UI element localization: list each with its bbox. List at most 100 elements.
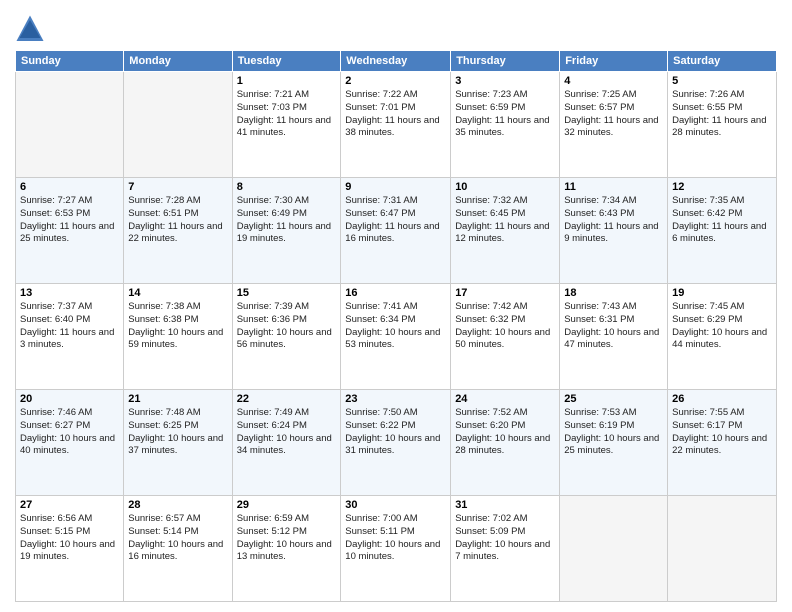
day-info: Sunrise: 7:38 AM Sunset: 6:38 PM Dayligh… [128, 301, 227, 352]
day-number: 11 [564, 181, 663, 193]
calendar-cell: 21 Sunrise: 7:48 AM Sunset: 6:25 PM Dayli… [124, 390, 232, 496]
day-number: 27 [20, 499, 119, 511]
day-info: Sunrise: 7:48 AM Sunset: 6:25 PM Dayligh… [128, 407, 227, 458]
day-number: 30 [345, 499, 446, 511]
day-info: Sunrise: 7:27 AM Sunset: 6:53 PM Dayligh… [20, 195, 119, 246]
day-number: 3 [455, 75, 555, 87]
day-info: Sunrise: 7:53 AM Sunset: 6:19 PM Dayligh… [564, 407, 663, 458]
calendar-cell: 25 Sunrise: 7:53 AM Sunset: 6:19 PM Dayli… [560, 390, 668, 496]
day-number: 1 [237, 75, 337, 87]
calendar-table: SundayMondayTuesdayWednesdayThursdayFrid… [15, 50, 777, 602]
calendar-body: 1 Sunrise: 7:21 AM Sunset: 7:03 PM Daylig… [16, 72, 777, 602]
day-number: 2 [345, 75, 446, 87]
calendar-cell: 3 Sunrise: 7:23 AM Sunset: 6:59 PM Daylig… [451, 72, 560, 178]
calendar-cell: 29 Sunrise: 6:59 AM Sunset: 5:12 PM Dayli… [232, 496, 341, 602]
calendar-cell: 1 Sunrise: 7:21 AM Sunset: 7:03 PM Daylig… [232, 72, 341, 178]
day-number: 7 [128, 181, 227, 193]
day-info: Sunrise: 7:26 AM Sunset: 6:55 PM Dayligh… [672, 89, 772, 140]
day-number: 26 [672, 393, 772, 405]
day-info: Sunrise: 6:56 AM Sunset: 5:15 PM Dayligh… [20, 513, 119, 564]
calendar-cell: 26 Sunrise: 7:55 AM Sunset: 6:17 PM Dayli… [668, 390, 777, 496]
day-number: 23 [345, 393, 446, 405]
day-info: Sunrise: 7:30 AM Sunset: 6:49 PM Dayligh… [237, 195, 337, 246]
page: SundayMondayTuesdayWednesdayThursdayFrid… [0, 0, 792, 612]
logo-icon [15, 14, 45, 44]
day-number: 9 [345, 181, 446, 193]
weekday-wednesday: Wednesday [341, 51, 451, 72]
day-info: Sunrise: 7:55 AM Sunset: 6:17 PM Dayligh… [672, 407, 772, 458]
calendar-cell: 30 Sunrise: 7:00 AM Sunset: 5:11 PM Dayli… [341, 496, 451, 602]
header [15, 10, 777, 44]
calendar-cell: 27 Sunrise: 6:56 AM Sunset: 5:15 PM Dayli… [16, 496, 124, 602]
day-info: Sunrise: 7:28 AM Sunset: 6:51 PM Dayligh… [128, 195, 227, 246]
weekday-header-row: SundayMondayTuesdayWednesdayThursdayFrid… [16, 51, 777, 72]
day-info: Sunrise: 7:42 AM Sunset: 6:32 PM Dayligh… [455, 301, 555, 352]
calendar-cell: 28 Sunrise: 6:57 AM Sunset: 5:14 PM Dayli… [124, 496, 232, 602]
calendar-cell: 11 Sunrise: 7:34 AM Sunset: 6:43 PM Dayli… [560, 178, 668, 284]
weekday-thursday: Thursday [451, 51, 560, 72]
day-number: 28 [128, 499, 227, 511]
day-number: 5 [672, 75, 772, 87]
day-info: Sunrise: 7:41 AM Sunset: 6:34 PM Dayligh… [345, 301, 446, 352]
day-number: 8 [237, 181, 337, 193]
day-number: 29 [237, 499, 337, 511]
calendar-cell [16, 72, 124, 178]
day-number: 20 [20, 393, 119, 405]
day-number: 14 [128, 287, 227, 299]
calendar-week-3: 13 Sunrise: 7:37 AM Sunset: 6:40 PM Dayli… [16, 284, 777, 390]
day-number: 21 [128, 393, 227, 405]
calendar-week-2: 6 Sunrise: 7:27 AM Sunset: 6:53 PM Daylig… [16, 178, 777, 284]
calendar-cell [668, 496, 777, 602]
calendar-cell: 5 Sunrise: 7:26 AM Sunset: 6:55 PM Daylig… [668, 72, 777, 178]
day-info: Sunrise: 7:52 AM Sunset: 6:20 PM Dayligh… [455, 407, 555, 458]
calendar-cell: 18 Sunrise: 7:43 AM Sunset: 6:31 PM Dayli… [560, 284, 668, 390]
weekday-sunday: Sunday [16, 51, 124, 72]
day-number: 22 [237, 393, 337, 405]
day-info: Sunrise: 7:43 AM Sunset: 6:31 PM Dayligh… [564, 301, 663, 352]
day-info: Sunrise: 7:50 AM Sunset: 6:22 PM Dayligh… [345, 407, 446, 458]
calendar-cell: 16Sunrise: 7:41 AM Sunset: 6:34 PM Dayli… [341, 284, 451, 390]
calendar-cell: 4 Sunrise: 7:25 AM Sunset: 6:57 PM Daylig… [560, 72, 668, 178]
day-number: 24 [455, 393, 555, 405]
day-info: Sunrise: 7:39 AM Sunset: 6:36 PM Dayligh… [237, 301, 337, 352]
calendar-cell: 14 Sunrise: 7:38 AM Sunset: 6:38 PM Dayli… [124, 284, 232, 390]
weekday-friday: Friday [560, 51, 668, 72]
calendar-cell: 15Sunrise: 7:39 AM Sunset: 6:36 PM Dayli… [232, 284, 341, 390]
day-info: Sunrise: 7:37 AM Sunset: 6:40 PM Dayligh… [20, 301, 119, 352]
weekday-monday: Monday [124, 51, 232, 72]
day-info: Sunrise: 6:57 AM Sunset: 5:14 PM Dayligh… [128, 513, 227, 564]
calendar-header: SundayMondayTuesdayWednesdayThursdayFrid… [16, 51, 777, 72]
calendar-cell: 19Sunrise: 7:45 AM Sunset: 6:29 PM Dayli… [668, 284, 777, 390]
calendar-cell: 22Sunrise: 7:49 AM Sunset: 6:24 PM Dayli… [232, 390, 341, 496]
day-info: Sunrise: 7:23 AM Sunset: 6:59 PM Dayligh… [455, 89, 555, 140]
day-info: Sunrise: 7:34 AM Sunset: 6:43 PM Dayligh… [564, 195, 663, 246]
day-info: Sunrise: 7:22 AM Sunset: 7:01 PM Dayligh… [345, 89, 446, 140]
day-number: 4 [564, 75, 663, 87]
logo [15, 14, 48, 44]
calendar-cell: 13 Sunrise: 7:37 AM Sunset: 6:40 PM Dayli… [16, 284, 124, 390]
calendar-cell: 20 Sunrise: 7:46 AM Sunset: 6:27 PM Dayli… [16, 390, 124, 496]
calendar-cell: 6 Sunrise: 7:27 AM Sunset: 6:53 PM Daylig… [16, 178, 124, 284]
day-info: Sunrise: 7:46 AM Sunset: 6:27 PM Dayligh… [20, 407, 119, 458]
day-info: Sunrise: 7:00 AM Sunset: 5:11 PM Dayligh… [345, 513, 446, 564]
day-info: Sunrise: 7:25 AM Sunset: 6:57 PM Dayligh… [564, 89, 663, 140]
day-number: 6 [20, 181, 119, 193]
calendar-cell: 24 Sunrise: 7:52 AM Sunset: 6:20 PM Dayli… [451, 390, 560, 496]
day-info: Sunrise: 6:59 AM Sunset: 5:12 PM Dayligh… [237, 513, 337, 564]
day-info: Sunrise: 7:02 AM Sunset: 5:09 PM Dayligh… [455, 513, 555, 564]
calendar-cell [560, 496, 668, 602]
day-number: 18 [564, 287, 663, 299]
day-number: 10 [455, 181, 555, 193]
calendar-cell: 10 Sunrise: 7:32 AM Sunset: 6:45 PM Dayli… [451, 178, 560, 284]
calendar-cell: 7 Sunrise: 7:28 AM Sunset: 6:51 PM Daylig… [124, 178, 232, 284]
calendar-cell: 8 Sunrise: 7:30 AM Sunset: 6:49 PM Daylig… [232, 178, 341, 284]
day-number: 13 [20, 287, 119, 299]
calendar-cell: 9Sunrise: 7:31 AM Sunset: 6:47 PM Daylig… [341, 178, 451, 284]
day-number: 31 [455, 499, 555, 511]
day-info: Sunrise: 7:21 AM Sunset: 7:03 PM Dayligh… [237, 89, 337, 140]
calendar-cell: 23 Sunrise: 7:50 AM Sunset: 6:22 PM Dayli… [341, 390, 451, 496]
day-number: 25 [564, 393, 663, 405]
calendar-week-5: 27 Sunrise: 6:56 AM Sunset: 5:15 PM Dayli… [16, 496, 777, 602]
weekday-tuesday: Tuesday [232, 51, 341, 72]
day-info: Sunrise: 7:32 AM Sunset: 6:45 PM Dayligh… [455, 195, 555, 246]
